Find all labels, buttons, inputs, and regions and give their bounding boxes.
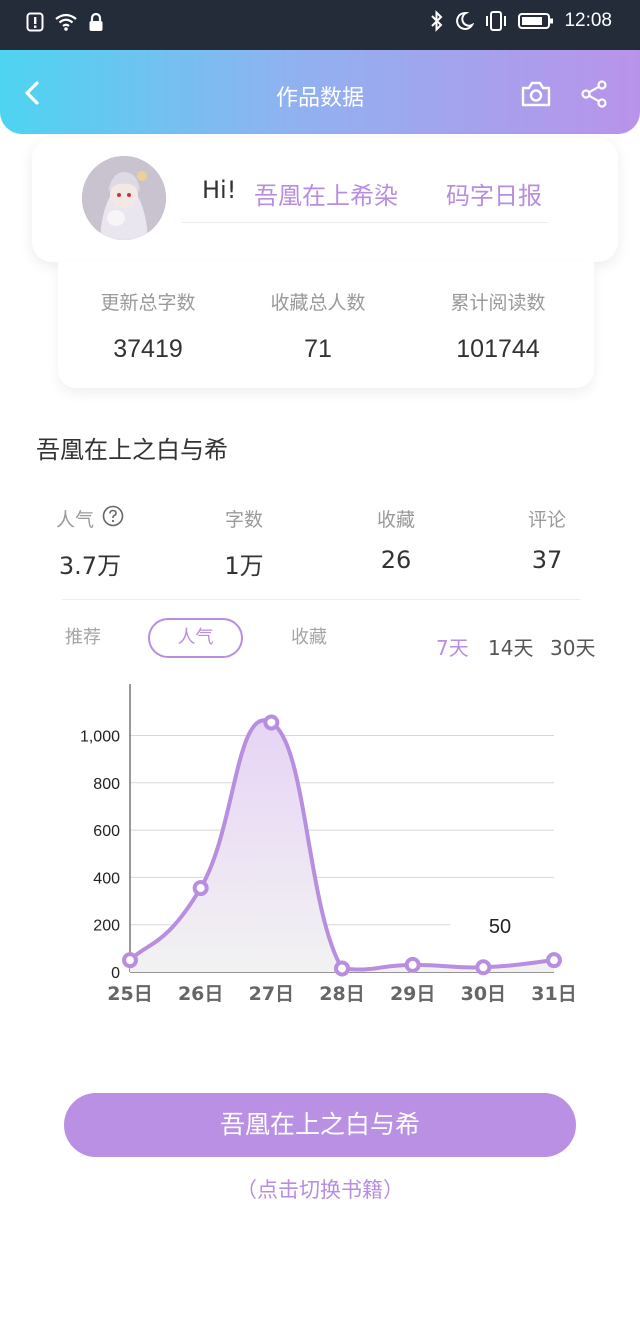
- x-tick-label: 27日: [249, 983, 294, 1005]
- daily-report-link[interactable]: 码字日报: [446, 176, 542, 211]
- y-tick-label: 400: [93, 870, 120, 887]
- y-tick-label: 600: [93, 823, 120, 840]
- user-card: Hi! 吾凰在上希染 码字日报: [32, 138, 618, 262]
- data-point: [263, 714, 280, 731]
- lock-icon: [88, 12, 104, 32]
- data-point: [122, 952, 138, 969]
- app-bar: 作品数据: [0, 50, 640, 134]
- y-tick-label: 1,000: [80, 728, 120, 745]
- book-metrics: 人气 3.7万 字数 1万 收藏 26 评论 37: [0, 505, 640, 601]
- y-tick-label: 800: [93, 776, 120, 793]
- avatar-image: [82, 156, 166, 240]
- x-tick-label: 31日: [531, 983, 576, 1005]
- x-tick-label: 26日: [178, 983, 223, 1005]
- sim-alert-icon: [26, 12, 44, 32]
- wifi-icon: [54, 12, 78, 32]
- metric-label: 字数: [224, 509, 263, 531]
- bluetooth-icon: [430, 10, 444, 32]
- vibrate-icon: [484, 10, 508, 32]
- metric-words: 字数 1万: [164, 505, 324, 581]
- share-button[interactable]: [580, 80, 608, 112]
- stat-value: 37419: [113, 335, 183, 363]
- metric-value: 3.7万: [58, 552, 122, 580]
- author-name: 吾凰在上希染: [254, 182, 398, 210]
- metric-value: 1万: [224, 552, 264, 580]
- stat-total-words: 更新总字数 37419: [58, 288, 238, 364]
- y-tick-label: 200: [93, 918, 120, 935]
- metric-popularity: 人气 3.7万: [10, 505, 170, 581]
- metric-comments: 评论 37: [467, 505, 627, 574]
- stat-total-reads: 累计阅读数 101744: [408, 288, 588, 364]
- data-point: [192, 880, 209, 897]
- x-tick-label: 29日: [390, 983, 435, 1005]
- tab-recommend[interactable]: 推荐: [52, 618, 114, 658]
- metric-label: 收藏: [376, 509, 415, 531]
- tab-popularity[interactable]: 人气: [148, 618, 243, 658]
- greeting-text: Hi!: [202, 176, 237, 204]
- x-tick-label: 30日: [461, 983, 506, 1005]
- moon-icon: [454, 11, 475, 31]
- y-tick-label: 0: [111, 965, 120, 982]
- metric-label: 人气: [55, 509, 94, 531]
- stat-total-favorites: 收藏总人数 71: [228, 288, 408, 364]
- data-point: [546, 952, 562, 969]
- data-point: [475, 959, 492, 976]
- metric-value: 26: [380, 546, 412, 574]
- status-bar: 12:08: [0, 0, 640, 50]
- stat-value: 101744: [456, 335, 540, 363]
- range-7-days[interactable]: 7天: [436, 632, 469, 661]
- tab-favorites[interactable]: 收藏: [278, 618, 340, 658]
- chart-metric-tabs: 推荐 人气 收藏: [0, 618, 640, 660]
- x-tick-label: 28日: [319, 983, 364, 1005]
- divider: [62, 599, 580, 600]
- stat-label: 更新总字数: [100, 292, 196, 314]
- avatar[interactable]: [82, 156, 166, 240]
- data-point: [404, 956, 421, 973]
- metric-favorites: 收藏 26: [316, 505, 476, 574]
- switch-book-button[interactable]: 吾凰在上之白与希: [64, 1093, 576, 1157]
- data-point: [334, 960, 350, 977]
- screenshot-button[interactable]: [520, 80, 552, 112]
- switch-book-hint[interactable]: （点击切换书籍）: [0, 1174, 640, 1204]
- divider: [182, 222, 548, 223]
- stat-label: 收藏总人数: [270, 292, 366, 314]
- battery-icon: [518, 11, 554, 31]
- stat-value: 71: [304, 335, 332, 363]
- chart-canvas: 0 200 400 600 800 1,000 25日 26日 27日 28日 29日 30日 31日 5…: [80, 684, 577, 1005]
- metric-label: 评论: [527, 509, 566, 531]
- status-time: 12:08: [564, 10, 612, 31]
- tooltip-value: 50: [489, 916, 511, 938]
- x-tick-label: 25日: [107, 983, 152, 1005]
- help-icon[interactable]: [102, 505, 124, 532]
- stat-label: 累计阅读数: [450, 292, 546, 314]
- range-14-days[interactable]: 14天: [488, 632, 533, 661]
- camera-icon: [521, 81, 551, 107]
- popularity-chart: 0 200 400 600 800 1,000 25日 26日 27日 28日 29日 30日 31日 5…: [70, 680, 600, 1010]
- stats-card: 更新总字数 37419 收藏总人数 71 累计阅读数 101744: [58, 262, 594, 388]
- range-30-days[interactable]: 30天: [550, 632, 595, 661]
- metric-value: 37: [531, 546, 563, 574]
- share-icon: [581, 80, 607, 108]
- book-title: 吾凰在上之白与希: [36, 436, 228, 464]
